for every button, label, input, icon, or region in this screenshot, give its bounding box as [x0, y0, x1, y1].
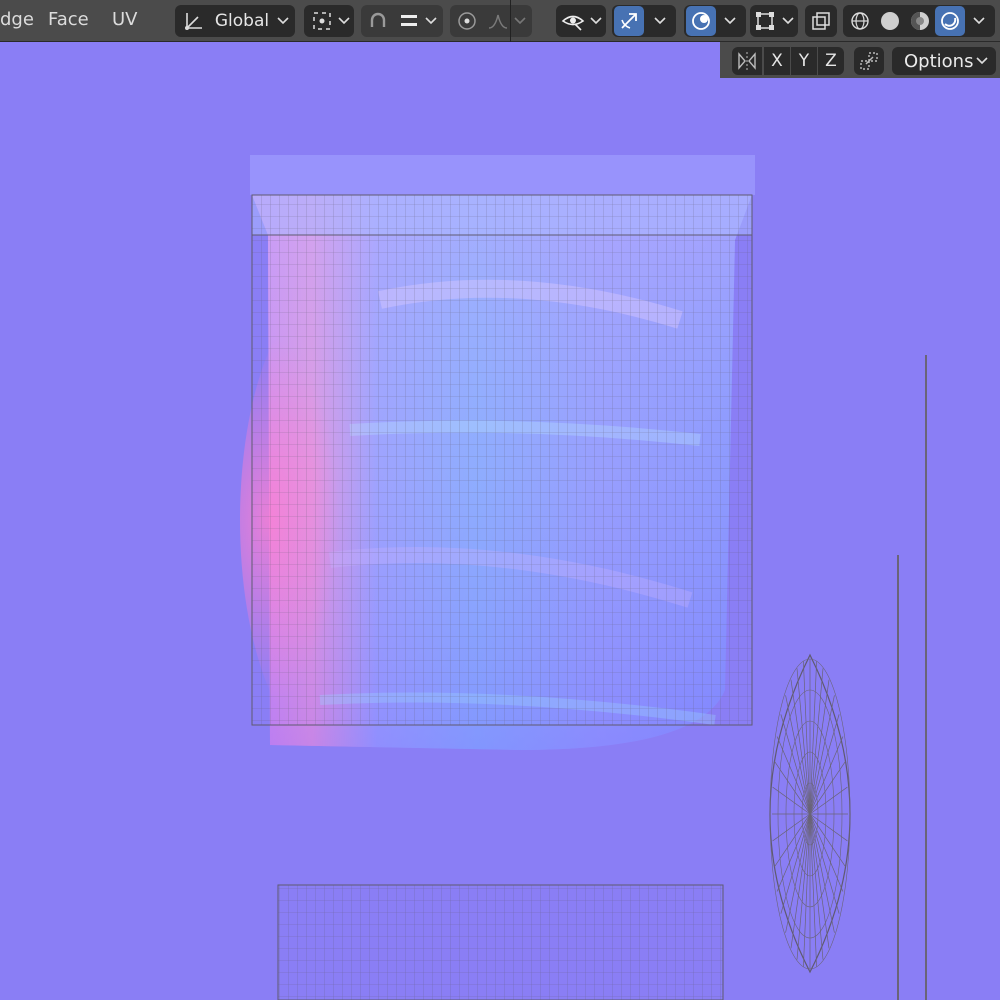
mirror-icon[interactable] — [732, 47, 762, 75]
mesh-edit-icon — [752, 5, 778, 37]
chevron-down-icon — [976, 47, 988, 75]
uv-canvas[interactable] — [0, 0, 1000, 1000]
pivot-point-dropdown[interactable] — [304, 5, 354, 37]
chevron-down-icon — [588, 5, 604, 37]
menu-uv[interactable]: UV — [112, 0, 138, 40]
lens-island[interactable] — [769, 653, 851, 974]
transform-orientation-label: Global — [214, 11, 270, 31]
mirror-x-button[interactable]: X — [764, 47, 790, 75]
chevron-down-icon — [336, 5, 352, 37]
proportional-editing-icon[interactable] — [452, 5, 482, 37]
header-divider — [510, 0, 511, 42]
rendered-shading-icon[interactable] — [935, 6, 965, 36]
chevron-down-icon — [275, 5, 291, 37]
pivot-point-icon — [310, 5, 334, 37]
snapping-group[interactable] — [361, 5, 443, 37]
transform-orientation-dropdown[interactable]: Global — [175, 5, 295, 37]
overlays-icon[interactable] — [686, 6, 716, 36]
menu-face[interactable]: Face — [48, 0, 89, 40]
auto-merge-icon[interactable] — [854, 47, 884, 75]
xray-icon — [808, 5, 834, 37]
gizmo-icon[interactable] — [614, 6, 644, 36]
material-preview-icon[interactable] — [905, 5, 935, 37]
transform-orientation-icon — [181, 5, 207, 37]
mirror-z-button[interactable]: Z — [818, 47, 844, 75]
uv-editor-header: dge Face UV Global — [0, 0, 1000, 42]
options-label: Options — [904, 50, 974, 72]
chevron-down-icon — [780, 5, 796, 37]
falloff-curve-icon[interactable] — [484, 5, 512, 37]
snap-magnet-icon[interactable] — [363, 5, 393, 37]
bag-bottom-island[interactable] — [277, 884, 724, 1000]
uv-editor-viewport[interactable] — [0, 0, 1000, 1000]
overlays-toggle-group[interactable] — [684, 5, 746, 37]
chevron-down-icon — [722, 5, 738, 37]
menu-edge[interactable]: dge — [0, 0, 34, 40]
chevron-down-icon — [971, 5, 987, 37]
solid-shading-icon[interactable] — [875, 5, 905, 37]
mesh-edit-overlay-dropdown[interactable] — [750, 5, 798, 37]
mirror-y-button[interactable]: Y — [791, 47, 817, 75]
eye-visibility-icon — [560, 5, 586, 37]
viewport-shading-group[interactable] — [843, 5, 995, 37]
chevron-down-icon — [652, 5, 668, 37]
mirror-options-row: X Y Z Options — [720, 42, 1000, 78]
snap-increment-icon[interactable] — [395, 5, 423, 37]
wireframe-shading-icon[interactable] — [845, 5, 875, 37]
gizmo-toggle-group[interactable] — [612, 5, 676, 37]
visibility-dropdown[interactable] — [556, 5, 606, 37]
bag-front-island[interactable] — [240, 155, 755, 750]
chevron-down-icon — [512, 5, 528, 37]
xray-toggle[interactable] — [805, 5, 837, 37]
options-dropdown[interactable]: Options — [892, 47, 996, 75]
chevron-down-icon — [423, 5, 439, 37]
proportional-editing-group[interactable] — [450, 5, 532, 37]
